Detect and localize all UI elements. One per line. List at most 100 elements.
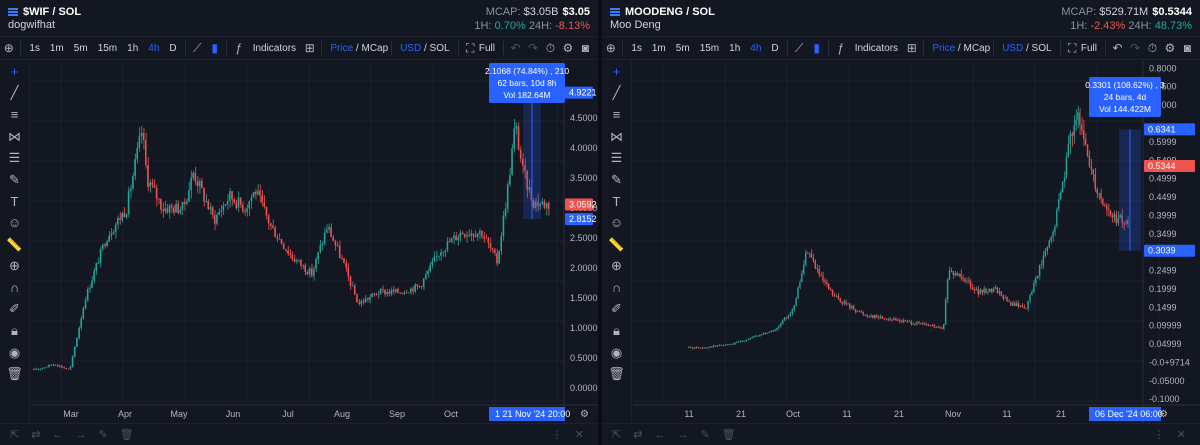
lock-icon[interactable]: 🔒︎ xyxy=(0,320,29,342)
interval-15m[interactable]: 15m xyxy=(93,43,122,54)
candle xyxy=(222,205,225,211)
indicators-icon[interactable]: ƒ xyxy=(832,41,849,55)
fib-icon[interactable]: ☰ xyxy=(602,147,631,169)
interval-5m[interactable]: 5m xyxy=(69,43,93,54)
full-button[interactable]: Full xyxy=(479,43,500,54)
swap-icon[interactable]: ⇄ xyxy=(633,428,642,441)
indicators-icon[interactable]: ƒ xyxy=(230,41,247,55)
alert-icon[interactable]: ⏱ xyxy=(542,41,559,56)
emoji-icon[interactable]: ☺ xyxy=(602,212,631,234)
zoom-in-icon[interactable]: ⊕ xyxy=(0,255,29,277)
more-icon[interactable]: ⋮ ✕ xyxy=(552,428,584,441)
edit-icon[interactable]: ✎ xyxy=(700,428,709,441)
chart-type-icon[interactable]: ⇱ xyxy=(612,428,621,441)
undo-icon[interactable]: ↶ xyxy=(507,41,524,55)
currency-toggle[interactable]: USD / SOL xyxy=(997,43,1056,54)
undo-icon[interactable]: ↶ xyxy=(1109,41,1126,55)
zoom-in-icon[interactable]: ⊕ xyxy=(602,255,631,277)
eye-icon[interactable]: ◉ xyxy=(0,342,29,364)
add-icon[interactable]: ⊕ xyxy=(0,41,17,55)
measure-bars: 24 bars, 4d xyxy=(1104,92,1147,102)
candle xyxy=(1052,231,1054,238)
pencil-lock-icon[interactable]: ✐ xyxy=(0,299,29,321)
back-icon[interactable]: ← xyxy=(654,429,665,441)
chart-type-icon[interactable]: ⇱ xyxy=(10,428,19,441)
more-icon[interactable]: ⋮ ✕ xyxy=(1154,428,1186,441)
crosshair-icon[interactable]: + xyxy=(0,61,29,83)
brush-icon[interactable]: ✎ xyxy=(0,169,29,191)
interval-d[interactable]: D xyxy=(766,43,783,54)
candle xyxy=(793,305,795,310)
line-chart-icon[interactable]: ⟋ xyxy=(791,41,808,56)
full-button[interactable]: Full xyxy=(1081,43,1102,54)
back-icon[interactable]: ← xyxy=(52,429,63,441)
redo-icon[interactable]: ↷ xyxy=(1126,41,1143,55)
forward-icon[interactable]: → xyxy=(75,429,86,441)
lock-icon[interactable]: 🔒︎ xyxy=(602,320,631,342)
horizontal-lines-icon[interactable]: ≡ xyxy=(0,104,29,126)
camera-icon[interactable]: ◙ xyxy=(577,41,594,55)
interval-4h[interactable]: 4h xyxy=(745,43,766,54)
add-icon[interactable]: ⊕ xyxy=(602,41,619,55)
line-chart-icon[interactable]: ⟋ xyxy=(189,41,206,56)
pitchfork-icon[interactable]: ⋈ xyxy=(602,126,631,148)
price-chart[interactable]: 4.50004.00003.50003.00002.50002.00001.50… xyxy=(31,61,598,423)
magnet-icon[interactable]: ∩ xyxy=(0,277,29,299)
trendline-icon[interactable]: ╱ xyxy=(602,83,631,105)
emoji-icon[interactable]: ☺ xyxy=(0,212,29,234)
interval-1s[interactable]: 1s xyxy=(24,43,45,54)
horizontal-lines-icon[interactable]: ≡ xyxy=(602,104,631,126)
eye-icon[interactable]: ◉ xyxy=(602,342,631,364)
menu-icon[interactable] xyxy=(8,8,18,16)
ruler-icon[interactable]: 📏 xyxy=(602,234,631,256)
text-icon[interactable]: T xyxy=(0,191,29,213)
fib-icon[interactable]: ☰ xyxy=(0,147,29,169)
trash-icon[interactable]: 🗑︎ xyxy=(0,363,29,385)
interval-1s[interactable]: 1s xyxy=(626,43,647,54)
menu-icon[interactable] xyxy=(610,8,620,16)
interval-15m[interactable]: 15m xyxy=(695,43,724,54)
ruler-icon[interactable]: 📏 xyxy=(0,234,29,256)
pencil-lock-icon[interactable]: ✐ xyxy=(602,299,631,321)
settings-icon[interactable]: ⚙ xyxy=(559,41,576,55)
interval-d[interactable]: D xyxy=(164,43,181,54)
price-toggle[interactable]: Price / MCap xyxy=(325,43,388,54)
swap-icon[interactable]: ⇄ xyxy=(31,428,40,441)
edit-icon[interactable]: ✎ xyxy=(98,428,107,441)
layouts-icon[interactable]: ⊞ xyxy=(903,41,920,55)
symbol-title[interactable]: MOODENG / SOL xyxy=(610,6,715,18)
interval-1h[interactable]: 1h xyxy=(122,43,143,54)
candles-icon[interactable]: ▮ xyxy=(808,41,825,55)
forward-icon[interactable]: → xyxy=(677,429,688,441)
symbol-title[interactable]: $WIF / SOL xyxy=(8,6,81,18)
currency-toggle[interactable]: USD / SOL xyxy=(395,43,454,54)
trendline-icon[interactable]: ╱ xyxy=(0,83,29,105)
redo-icon[interactable]: ↷ xyxy=(524,41,541,55)
trash-icon[interactable]: 🗑︎ xyxy=(602,363,631,385)
interval-1h[interactable]: 1h xyxy=(724,43,745,54)
delete-icon[interactable]: 🗑︎ xyxy=(120,428,134,441)
pitchfork-icon[interactable]: ⋈ xyxy=(0,126,29,148)
candle xyxy=(334,240,337,246)
interval-4h[interactable]: 4h xyxy=(143,43,164,54)
candles-icon[interactable]: ▮ xyxy=(206,41,223,55)
interval-1m[interactable]: 1m xyxy=(647,43,671,54)
magnet-icon[interactable]: ∩ xyxy=(602,277,631,299)
fullscreen-icon[interactable]: ⛶ xyxy=(1063,41,1080,56)
indicators-button[interactable]: Indicators xyxy=(850,43,903,54)
delete-icon[interactable]: 🗑︎ xyxy=(722,428,736,441)
indicators-button[interactable]: Indicators xyxy=(248,43,301,54)
brush-icon[interactable]: ✎ xyxy=(602,169,631,191)
alert-icon[interactable]: ⏱ xyxy=(1144,41,1161,56)
text-icon[interactable]: T xyxy=(602,191,631,213)
interval-1m[interactable]: 1m xyxy=(45,43,69,54)
price-toggle[interactable]: Price / MCap xyxy=(927,43,990,54)
price-chart[interactable]: 0.80000.75000.70000.59990.54990.49990.44… xyxy=(633,61,1200,423)
camera-icon[interactable]: ◙ xyxy=(1179,41,1196,55)
interval-5m[interactable]: 5m xyxy=(671,43,695,54)
layouts-icon[interactable]: ⊞ xyxy=(301,41,318,55)
fullscreen-icon[interactable]: ⛶ xyxy=(461,41,478,56)
crosshair-icon[interactable]: + xyxy=(602,61,631,83)
settings-icon[interactable]: ⚙ xyxy=(1161,41,1178,55)
candle xyxy=(914,323,916,325)
